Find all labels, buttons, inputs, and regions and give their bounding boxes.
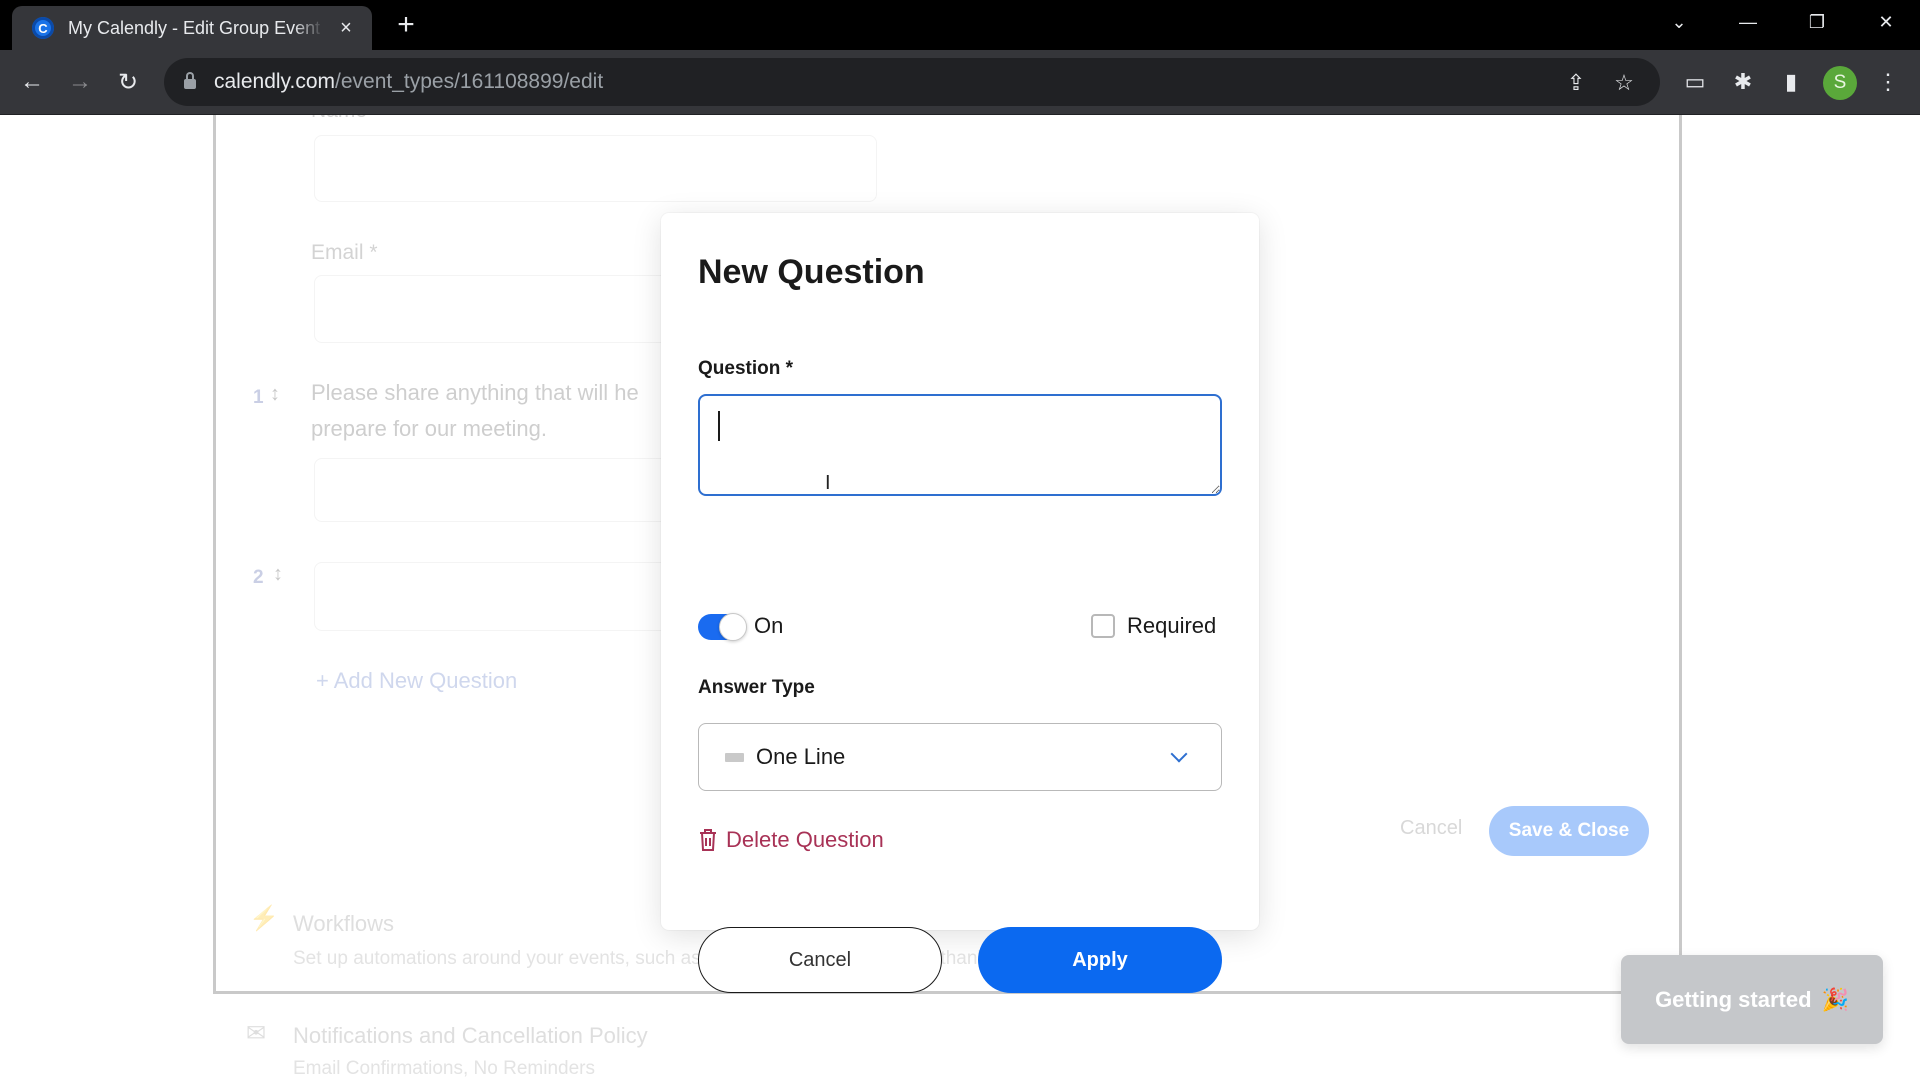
bookmark-star-icon[interactable]: ☆ [1609,68,1639,98]
question-number: 1 [253,387,264,408]
required-label[interactable]: Required [1127,613,1216,639]
envelope-icon: ✉ [246,1020,267,1047]
notifications-title[interactable]: Notifications and Cancellation Policy [293,1023,648,1049]
apply-button[interactable]: Apply [978,927,1222,993]
page-content: Name * Email * 1 ↕ Please share anything… [0,115,1920,1080]
workflows-title[interactable]: Workflows [293,911,394,937]
new-tab-button[interactable]: + [390,8,422,42]
text-caret [718,411,720,441]
question-textarea[interactable] [698,394,1222,496]
back-arrow-icon[interactable]: ← [14,64,50,100]
one-line-icon [725,752,744,762]
chevron-down-icon [1170,745,1188,763]
profile-avatar[interactable]: S [1823,66,1857,100]
delete-question-button[interactable]: Delete Question [698,827,884,853]
question-number: 2 [253,567,264,588]
question-enabled-toggle[interactable] [698,613,747,641]
email-label: Email * [311,241,378,264]
window-close-icon[interactable]: ✕ [1864,6,1908,38]
toggle-label: On [754,613,784,638]
save-and-close-button[interactable]: Save & Close [1489,806,1649,856]
restore-icon[interactable]: ❐ [1795,6,1839,38]
getting-started-button[interactable]: Getting started 🎉 [1621,955,1883,1044]
delete-question-label: Delete Question [726,827,884,852]
party-popper-icon: 🎉 [1821,986,1849,1012]
browser-tab-active[interactable]: C My Calendly - Edit Group Event × [12,6,372,50]
answer-type-value: One Line [756,744,846,769]
answer-type-select[interactable]: One Line [698,723,1222,791]
extensions-puzzle-icon[interactable]: ✱ [1725,64,1761,100]
url-path: /event_types/161108899/edit [335,70,604,93]
new-question-modal: New Question Question * I On Required An… [661,213,1259,993]
tab-search-icon[interactable]: ⌄ [1657,6,1701,38]
browser-toolbar: ← → ↻ calendly.com/event_types/161108899… [0,50,1920,115]
question-text-line1: Please share anything that will he [311,380,639,405]
share-icon[interactable]: ⇪ [1561,68,1591,98]
question-label: Question * [698,358,794,379]
modal-title: New Question [698,253,925,291]
tab-title: My Calendly - Edit Group Event [68,17,321,38]
toggle-knob [719,613,747,641]
drag-handle-icon[interactable]: ↕ [270,383,280,406]
answer-type-label: Answer Type [698,677,815,698]
calendly-favicon-icon: C [32,17,54,39]
ibeam-cursor-icon: I [825,472,831,494]
minimize-icon[interactable]: — [1726,6,1770,38]
cancel-button[interactable]: Cancel [698,927,942,993]
trash-icon [700,829,716,851]
url-host: calendly.com [214,70,335,93]
name-label: Name * [311,115,381,123]
add-new-question-link[interactable]: + Add New Question [316,668,517,694]
lock-icon [184,72,196,89]
question-text-line2: prepare for our meeting. [311,416,548,441]
forward-arrow-icon[interactable]: → [62,64,98,100]
side-panel-icon[interactable]: ▮ [1773,64,1809,100]
getting-started-label: Getting started [1655,986,1812,1012]
browser-tab-bar: C My Calendly - Edit Group Event × + ⌄ —… [0,0,1920,50]
required-checkbox[interactable] [1091,614,1115,638]
lightning-icon: ⚡ [249,905,279,932]
notifications-description: Email Confirmations, No Reminders [293,1058,595,1079]
tab-close-icon[interactable]: × [334,17,358,40]
background-cancel-button[interactable]: Cancel [1400,817,1462,840]
browser-menu-icon[interactable]: ⋮ [1870,64,1906,100]
reload-icon[interactable]: ↻ [110,64,146,100]
name-input[interactable] [314,135,877,202]
address-bar[interactable]: calendly.com/event_types/161108899/edit … [164,58,1660,106]
drag-handle-icon[interactable]: ↕ [273,563,283,586]
extension-alert-icon[interactable]: ▭ [1677,64,1713,100]
